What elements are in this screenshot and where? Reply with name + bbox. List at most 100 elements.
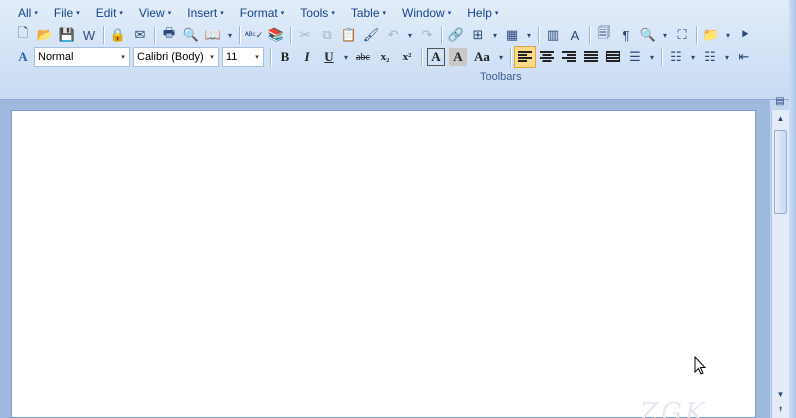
superscript-button[interactable]: x² <box>396 46 418 68</box>
chevron-down-icon[interactable]: ▾ <box>722 24 734 46</box>
menu-edit[interactable]: Edit ▾ <box>88 3 131 23</box>
style-select[interactable]: Normal ▾ <box>34 47 130 67</box>
standard-toolbar: 🗋 📂 💾 W 🔒 ✉ 🖶 🔍 📖 ▾ ᴬᴮᶜ✓ 📚 ✂ ⧉ 📋 🖌 ↶ ▾ ↷… <box>12 24 756 46</box>
align-left-button[interactable] <box>514 46 536 68</box>
chevron-down-icon[interactable]: ▾ <box>495 46 507 68</box>
zoom-icon[interactable]: 🔍 <box>637 24 659 46</box>
menu-format[interactable]: Format ▾ <box>232 3 293 23</box>
toolbars-group-label: Toolbars <box>480 71 522 83</box>
character-shading-button[interactable]: A <box>449 48 467 66</box>
menu-tools[interactable]: Tools ▾ <box>292 3 343 23</box>
spelling-icon[interactable]: ᴬᴮᶜ✓ <box>243 24 265 46</box>
new-document-icon[interactable]: 🗋 <box>12 24 34 46</box>
toolbar-separator <box>154 26 155 44</box>
scrollbar-thumb[interactable] <box>774 130 787 214</box>
toolbar-overflow-icon[interactable]: ⯈ <box>734 24 756 46</box>
menu-bar: All ▾ File ▾ Edit ▾ View ▾ Insert ▾ Format ▾ T… <box>10 3 506 23</box>
chevron-down-icon[interactable]: ▾ <box>646 46 658 68</box>
full-screen-icon[interactable]: ⛶ <box>671 24 693 46</box>
ribbon: All ▾ File ▾ Edit ▾ View ▾ Insert ▾ Format ▾ T… <box>0 0 796 100</box>
menu-file[interactable]: File ▾ <box>46 3 88 23</box>
scroll-down-icon[interactable]: ▼ <box>772 386 789 402</box>
print-preview-icon[interactable]: 🔍 <box>180 24 202 46</box>
strikethrough-button[interactable]: abc <box>352 46 374 68</box>
align-center-button[interactable] <box>536 46 558 68</box>
menu-window[interactable]: Window ▾ <box>394 3 459 23</box>
research-icon[interactable]: 📚 <box>265 24 287 46</box>
font-size-select[interactable]: 11 ▾ <box>222 47 264 67</box>
show-hide-icon[interactable]: ¶ <box>615 24 637 46</box>
toolbar-separator <box>270 48 271 66</box>
chevron-down-icon[interactable]: ▾ <box>489 24 501 46</box>
columns-icon[interactable]: ▥ <box>542 24 564 46</box>
word-document-icon[interactable]: W <box>78 24 100 46</box>
open-folder-icon[interactable]: 📂 <box>34 24 56 46</box>
chevron-down-icon[interactable]: ▾ <box>224 24 236 46</box>
decrease-indent-icon[interactable]: ⇤ <box>733 46 755 68</box>
justify-icon <box>584 51 598 62</box>
bold-button[interactable]: B <box>274 46 296 68</box>
document-page[interactable] <box>11 110 756 418</box>
styles-icon[interactable]: A <box>12 46 34 68</box>
chevron-down-icon: ▾ <box>210 54 214 61</box>
insert-table-icon[interactable]: ▦ <box>501 24 523 46</box>
distributed-icon <box>606 51 620 62</box>
justify-button[interactable] <box>580 46 602 68</box>
subscript-button[interactable]: x₂ <box>374 46 396 68</box>
chevron-down-icon: ▾ <box>255 54 259 61</box>
toolbar-separator <box>103 26 104 44</box>
italic-button[interactable]: I <box>296 46 318 68</box>
paste-icon[interactable]: 📋 <box>338 24 360 46</box>
font-select[interactable]: Calibri (Body) ▾ <box>133 47 219 67</box>
folder-icon[interactable]: 📁 <box>700 24 722 46</box>
print-icon[interactable]: 🖶 <box>158 24 180 46</box>
chevron-down-icon[interactable]: ▾ <box>340 46 352 68</box>
hyperlink-icon[interactable]: 🔗 <box>445 24 467 46</box>
chevron-down-icon[interactable]: ▾ <box>404 24 416 46</box>
toolbar-separator <box>696 26 697 44</box>
format-painter-icon[interactable]: 🖌 <box>360 24 382 46</box>
save-icon[interactable]: 💾 <box>56 24 78 46</box>
font-size-value: 11 <box>226 51 238 63</box>
bullets-icon[interactable]: ☷ <box>699 46 721 68</box>
menu-insert[interactable]: Insert ▾ <box>179 3 232 23</box>
chevron-down-icon: ▾ <box>121 54 125 61</box>
toolbar-separator <box>589 26 590 44</box>
redo-icon[interactable]: ↷ <box>416 24 438 46</box>
menu-table[interactable]: Table ▾ <box>343 3 394 23</box>
numbering-icon[interactable]: ☷ <box>665 46 687 68</box>
reading-layout-icon[interactable]: 📖 <box>202 24 224 46</box>
line-spacing-icon[interactable]: ☰ <box>624 46 646 68</box>
chevron-down-icon[interactable]: ▾ <box>523 24 535 46</box>
text-effect-button[interactable]: A <box>427 48 445 66</box>
toolbar-separator <box>441 26 442 44</box>
change-case-button[interactable]: Aa <box>469 46 495 68</box>
ruler-toggle-icon[interactable]: ▤ <box>773 96 787 108</box>
undo-icon[interactable]: ↶ <box>382 24 404 46</box>
align-left-icon <box>518 51 532 62</box>
email-icon[interactable]: ✉ <box>129 24 151 46</box>
font-value: Calibri (Body) <box>137 51 204 63</box>
scroll-up-icon[interactable]: ▲ <box>772 110 789 126</box>
vertical-scrollbar[interactable]: ▲ ▼ ⯭ <box>771 110 789 418</box>
chevron-down-icon[interactable]: ▾ <box>721 46 733 68</box>
menu-view[interactable]: View ▾ <box>131 3 179 23</box>
align-right-button[interactable] <box>558 46 580 68</box>
drawing-icon[interactable]: A <box>564 24 586 46</box>
chevron-down-icon[interactable]: ▾ <box>687 46 699 68</box>
permission-icon[interactable]: 🔒 <box>107 24 129 46</box>
distributed-button[interactable] <box>602 46 624 68</box>
chevron-down-icon[interactable]: ▾ <box>659 24 671 46</box>
cut-icon[interactable]: ✂ <box>294 24 316 46</box>
previous-page-icon[interactable]: ⯭ <box>772 403 789 417</box>
menu-help[interactable]: Help ▾ <box>459 3 506 23</box>
mouse-cursor-icon <box>694 356 707 375</box>
window-frame-edge <box>789 0 796 418</box>
menu-all[interactable]: All ▾ <box>10 3 46 23</box>
toolbar-separator <box>290 26 291 44</box>
toolbar-separator <box>661 48 662 66</box>
borders-icon[interactable]: ⊞ <box>467 24 489 46</box>
copy-icon[interactable]: ⧉ <box>316 24 338 46</box>
document-map-icon[interactable]: 🗐 <box>593 24 615 46</box>
underline-button[interactable]: U <box>318 46 340 68</box>
